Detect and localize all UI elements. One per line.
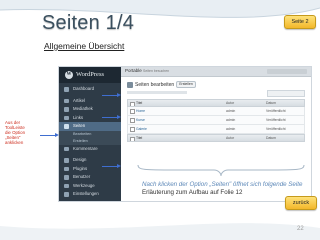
sidebar-item-werkzeuge[interactable]: Werkzeuge	[59, 182, 121, 191]
wp-logo: W WordPress	[59, 67, 121, 83]
sidebar-item-benutzer[interactable]: Benutzer	[59, 173, 121, 182]
footer-title: Titel	[128, 135, 226, 141]
wp-top-bar: Portable Seiten besuchen	[121, 67, 311, 77]
select-all-checkbox[interactable]	[130, 101, 135, 106]
tools-icon	[64, 183, 69, 188]
caption: Erläuterung zum Aufbau auf Folie 12	[142, 189, 243, 196]
wp-page-heading: Seiten bearbeiten Erstellen	[127, 81, 196, 88]
wp-status-filter[interactable]	[127, 91, 187, 94]
row-checkbox[interactable]	[130, 117, 135, 123]
sidebar-item-artikel[interactable]: Artikel	[59, 97, 121, 106]
row-checkbox[interactable]	[130, 126, 135, 132]
callout-arrow-menu	[102, 164, 121, 168]
wp-user-menu[interactable]	[267, 68, 307, 74]
row-date: Veröffentlicht	[266, 127, 286, 131]
table-header: Titel Autor Datum	[127, 99, 305, 107]
column-date[interactable]: Datum	[266, 100, 304, 106]
table-row[interactable]: Home admin Veröffentlicht	[127, 107, 305, 116]
column-author[interactable]: Autor	[226, 100, 266, 106]
wp-search-input[interactable]	[267, 90, 305, 97]
pin-icon	[64, 98, 69, 103]
sidebar-item-einstellungen[interactable]: Einstellungen	[59, 190, 121, 199]
slide-subtitle: Allgemeine Übersicht	[44, 41, 125, 51]
footer-label: Titel	[136, 136, 143, 140]
row-title[interactable]: Galerie	[128, 125, 226, 133]
sidebar-subitem-erstellen[interactable]: Erstellen	[59, 137, 121, 145]
sidebar-item-mediathek[interactable]: Mediathek	[59, 105, 121, 114]
settings-icon	[64, 192, 69, 197]
sidebar-item-label: Werkzeuge	[73, 182, 95, 188]
page-heading-text: Seiten bearbeiten	[135, 81, 175, 88]
dashboard-icon	[64, 87, 69, 92]
select-all-checkbox[interactable]	[130, 136, 135, 141]
row-title[interactable]: Home	[128, 107, 226, 115]
row-author: admin	[226, 127, 236, 131]
sidebar-item-kommentare[interactable]: Kommentare	[59, 145, 121, 154]
site-title-text: Portable	[125, 68, 142, 73]
footer-date: Datum	[266, 136, 276, 140]
slide: Seiten 1/4 Allgemeine Übersicht Seite 2 …	[0, 0, 320, 240]
row-author: admin	[226, 109, 236, 113]
wp-sidebar: W WordPress Dashboard Artikel Mediathek …	[59, 67, 121, 201]
sidebar-item-label: Mediathek	[73, 106, 93, 111]
row-title-text: Galerie	[136, 127, 147, 131]
users-icon	[64, 175, 69, 180]
wordpress-logo-icon: W	[65, 71, 73, 79]
sidebar-item-label: Bearbeiten	[73, 131, 92, 136]
row-checkbox[interactable]	[130, 108, 135, 114]
table-row[interactable]: Galerie admin Veröffentlicht	[127, 125, 305, 134]
sidebar-item-label: Seiten	[73, 123, 86, 128]
row-title[interactable]: Kurse	[128, 116, 226, 124]
media-icon	[64, 107, 69, 112]
instruction-note: Aus der ToolLeiste die Option „Seiten" a…	[5, 120, 26, 146]
page-icon	[64, 124, 69, 129]
link-icon	[64, 115, 69, 120]
next-page-button[interactable]: Seite 2	[284, 15, 316, 29]
header-label: Titel	[136, 101, 143, 105]
sidebar-item-label: Links	[73, 114, 84, 120]
callout-arrow-sidebar	[40, 133, 59, 137]
sidebar-item-label: Dashboard	[73, 86, 95, 91]
sidebar-item-dashboard[interactable]: Dashboard	[59, 85, 121, 94]
table-footer: Titel Autor Datum	[127, 134, 305, 142]
sidebar-item-label: Artikel	[73, 97, 85, 103]
slide-title: Seiten 1/4	[42, 12, 135, 34]
wp-logo-text: WordPress	[76, 71, 105, 78]
sidebar-subitem-bearbeiten[interactable]: Bearbeiten	[59, 130, 121, 138]
footer-author: Autor	[226, 136, 235, 140]
sidebar-item-design[interactable]: Design	[59, 156, 121, 165]
row-title-text: Kurse	[136, 118, 145, 122]
page-number: 22	[297, 226, 304, 232]
site-visit-link: Seiten besuchen	[143, 69, 170, 73]
sidebar-item-label: Kommentare	[73, 145, 98, 151]
sidebar-item-seiten[interactable]: Seiten	[59, 122, 121, 131]
design-icon	[64, 158, 69, 163]
pages-icon	[127, 81, 133, 88]
sidebar-item-label: Erstellen	[73, 138, 88, 143]
plugin-icon	[64, 166, 69, 171]
sidebar-item-label: Einstellungen	[73, 191, 99, 196]
wp-menu: Dashboard Artikel Mediathek Links Seiten…	[59, 85, 121, 199]
row-author: admin	[226, 118, 236, 122]
comment-icon	[64, 146, 69, 151]
back-button[interactable]: zurück	[285, 196, 317, 210]
brace-marker	[137, 164, 305, 177]
sidebar-item-label: Plugins	[73, 165, 88, 171]
add-page-button[interactable]: Erstellen	[176, 81, 196, 88]
sidebar-item-label: Benutzer	[73, 174, 91, 179]
caption-italic: Nach klicken der Option „Seiten" öffnet …	[142, 181, 303, 188]
callout-arrow-heading	[102, 93, 121, 97]
row-title-text: Home	[136, 109, 146, 113]
row-date: Veröffentlicht	[266, 109, 286, 113]
table-row[interactable]: Kurse admin Veröffentlicht	[127, 116, 305, 125]
column-title[interactable]: Titel	[128, 100, 226, 106]
callout-arrow-table	[102, 115, 121, 119]
wp-site-title[interactable]: Portable Seiten besuchen	[125, 68, 169, 73]
wp-pages-table: Titel Autor Datum Home admin Veröffentli…	[127, 99, 305, 142]
sidebar-item-label: Design	[73, 157, 87, 162]
row-date: Veröffentlicht	[266, 118, 286, 122]
